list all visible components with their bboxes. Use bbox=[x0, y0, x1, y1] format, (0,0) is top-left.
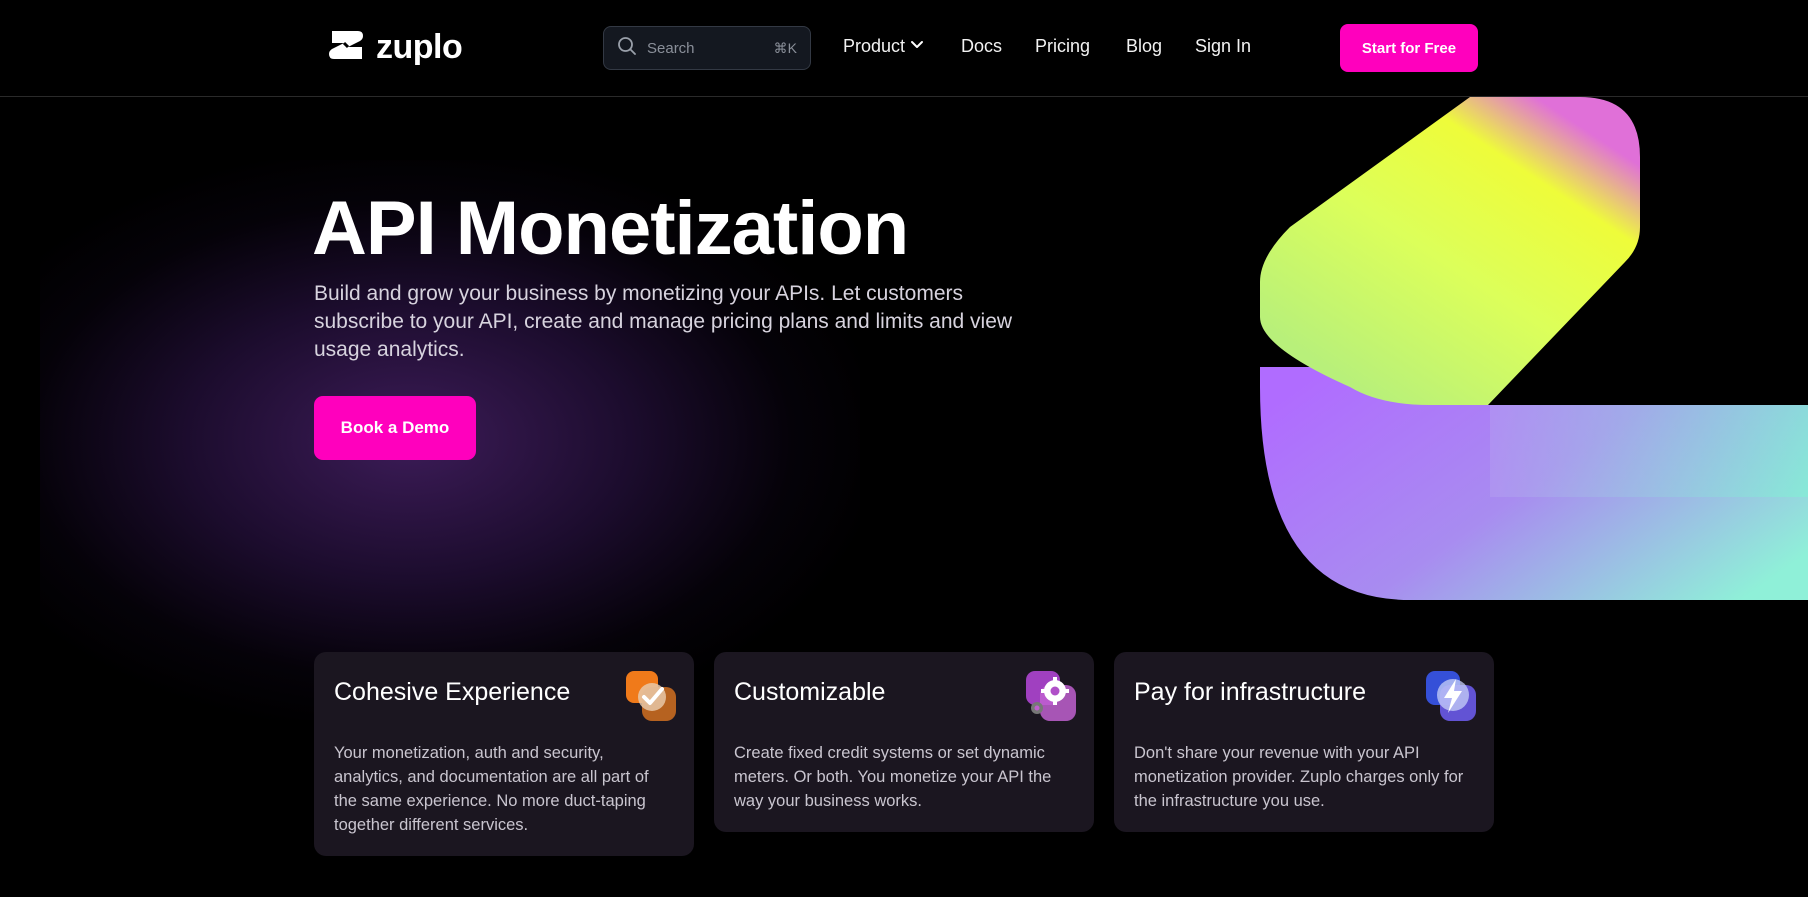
nav-sign-in[interactable]: Sign In bbox=[1195, 36, 1251, 57]
search-placeholder: Search bbox=[647, 39, 695, 57]
chevron-down-icon bbox=[909, 36, 925, 57]
feature-title: Cohesive Experience bbox=[334, 678, 571, 706]
feature-title: Customizable bbox=[734, 678, 886, 706]
nav-product[interactable]: Product bbox=[843, 36, 925, 57]
hero-subtitle: Build and grow your business by monetizi… bbox=[314, 282, 1013, 361]
nav-docs[interactable]: Docs bbox=[961, 36, 1002, 57]
hero-graphic bbox=[1260, 97, 1808, 600]
lightning-icon bbox=[1426, 671, 1476, 721]
start-for-free-button[interactable]: Start for Free bbox=[1340, 24, 1478, 72]
gears-icon bbox=[1026, 671, 1076, 721]
logo-text: zuplo bbox=[376, 28, 463, 66]
zuplo-logo-icon bbox=[328, 29, 364, 66]
feature-body: Don't share your revenue with your API m… bbox=[1134, 744, 1464, 810]
nav-sign-in-label: Sign In bbox=[1195, 36, 1252, 56]
feature-body: Create fixed credit systems or set dynam… bbox=[734, 744, 1052, 810]
feature-card-customizable: Customizable Create fixed credit systems… bbox=[714, 652, 1094, 832]
check-badge-icon bbox=[626, 671, 676, 721]
nav-pricing-label: Pricing bbox=[1035, 36, 1091, 56]
feature-title: Pay for infrastructure bbox=[1134, 678, 1367, 706]
nav-product-label: Product bbox=[843, 36, 906, 56]
feature-body: Your monetization, auth and security, an… bbox=[334, 744, 649, 834]
feature-card-infrastructure: Pay for infrastructure Don't share your … bbox=[1114, 652, 1494, 832]
nav-blog-label: Blog bbox=[1126, 36, 1163, 56]
book-demo-button[interactable]: Book a Demo bbox=[314, 396, 476, 460]
nav-pricing[interactable]: Pricing bbox=[1035, 36, 1090, 57]
logo[interactable]: zuplo bbox=[328, 28, 463, 67]
search-input[interactable]: Search ⌘K bbox=[603, 26, 811, 70]
search-icon bbox=[617, 36, 637, 60]
nav-blog[interactable]: Blog bbox=[1126, 36, 1162, 57]
site-header: zuplo Search ⌘K Product Docs Pricing Blo… bbox=[0, 0, 1808, 97]
feature-card-cohesive: Cohesive Experience Your monetization, a… bbox=[314, 652, 694, 856]
search-shortcut: ⌘K bbox=[773, 39, 797, 56]
nav-docs-label: Docs bbox=[961, 36, 1003, 56]
hero-title: API Monetization bbox=[312, 186, 909, 271]
